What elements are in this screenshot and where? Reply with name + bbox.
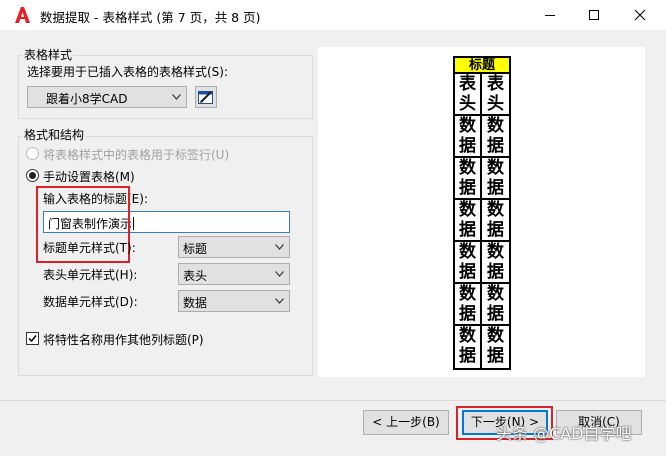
preview-data-row: 数据 数据 bbox=[455, 200, 509, 242]
preview-data-cell: 数据 bbox=[487, 284, 504, 324]
radio-use-style-label-row[interactable] bbox=[26, 147, 39, 160]
format-structure-legend: 格式和结构 bbox=[23, 126, 86, 143]
preview-data-row: 数据 数据 bbox=[455, 242, 509, 284]
text-caret bbox=[133, 217, 135, 230]
use-property-names-text: 将特性名称用作其他列标题(P) bbox=[43, 333, 204, 347]
preview-header-cell: 表头 bbox=[455, 74, 482, 114]
header-cell-style-label: 表头单元样式(H): bbox=[43, 268, 138, 282]
preview-data-cell: 数据 bbox=[487, 242, 504, 282]
data-cell-style-label: 数据单元样式(D): bbox=[43, 295, 138, 309]
preview-table: 标题 表头 表头 数据 数据 数据 数据 数据 数据 数据 数据 数据 数 据 … bbox=[453, 56, 511, 370]
manual-table-text: 手动设置表格(M) bbox=[43, 170, 135, 184]
preview-data-cell: 数据 bbox=[487, 158, 504, 198]
watermark: 头条 @CAD自学吧 bbox=[496, 424, 632, 443]
minimize-button[interactable] bbox=[527, 0, 573, 30]
preview-data-cell: 数据 bbox=[455, 242, 482, 282]
table-style-select[interactable]: 跟着小8学CAD bbox=[27, 86, 187, 108]
table-style-value: 跟着小8学CAD bbox=[46, 92, 128, 106]
data-cell-style-value: 数据 bbox=[183, 296, 208, 310]
preview-header-row: 表头 表头 bbox=[455, 74, 509, 116]
preview-data-row: 数据 数据 bbox=[455, 158, 509, 200]
title-cell-style-value: 标题 bbox=[183, 242, 208, 256]
window-title: 数据提取 - 表格样式 (第 7 页，共 8 页) bbox=[40, 10, 261, 25]
preview-data-cell: 数据 bbox=[487, 116, 504, 156]
chevron-down-icon bbox=[275, 298, 284, 304]
chevron-down-icon bbox=[275, 244, 284, 250]
preview-data-cell: 数据 bbox=[455, 200, 482, 240]
preview-data-cell: 数据 bbox=[487, 326, 504, 366]
autocad-logo-icon bbox=[15, 7, 30, 23]
table-preview: 标题 表头 表头 数据 数据 数据 数据 数据 数据 数据 数据 数据 数 据 … bbox=[318, 47, 645, 377]
title-cell-style-select[interactable]: 标题 bbox=[178, 236, 290, 258]
preview-data-cell: 数据 bbox=[455, 284, 482, 324]
chevron-down-icon bbox=[172, 94, 181, 100]
edit-table-style-icon bbox=[198, 91, 213, 104]
preview-data-cell: 数据 bbox=[455, 326, 482, 368]
data-cell-style-select[interactable]: 数据 bbox=[178, 290, 290, 312]
preview-header-cell: 表头 bbox=[487, 74, 504, 114]
checkmark-icon bbox=[28, 335, 37, 343]
preview-data-cell: 数据 bbox=[455, 116, 482, 156]
close-button[interactable] bbox=[617, 0, 663, 30]
radio-manual-table[interactable] bbox=[26, 169, 39, 182]
preview-title-row: 标题 bbox=[455, 58, 509, 74]
preview-data-cell: 数据 bbox=[487, 200, 504, 240]
maximize-icon bbox=[589, 10, 599, 20]
preview-data-cell: 数据 bbox=[455, 158, 482, 198]
table-style-legend: 表格样式 bbox=[23, 46, 74, 63]
title-cell-style-label: 标题单元样式(T): bbox=[43, 241, 136, 255]
preview-data-row: 数据 数据 bbox=[455, 116, 509, 158]
close-icon bbox=[634, 9, 646, 21]
back-button[interactable]: < 上一步(B) bbox=[363, 410, 449, 435]
minimize-icon bbox=[545, 15, 555, 16]
table-style-prompt: 选择要用于已插入表格的表格样式(S): bbox=[27, 65, 229, 79]
dialog-body: 表格样式 选择要用于已插入表格的表格样式(S): 跟着小8学CAD 格式和结构 … bbox=[0, 30, 666, 456]
preview-data-row: 数据 数据 bbox=[455, 284, 509, 326]
use-property-names-checkbox[interactable] bbox=[26, 332, 39, 345]
use-style-label-row-text: 将表格样式中的表格用于标签行(U) bbox=[43, 148, 230, 162]
window-titlebar: 数据提取 - 表格样式 (第 7 页，共 8 页) bbox=[0, 0, 666, 30]
header-cell-style-value: 表头 bbox=[183, 269, 208, 283]
chevron-down-icon bbox=[275, 271, 284, 277]
table-style-dialog-button[interactable] bbox=[195, 86, 217, 108]
footer-separator bbox=[0, 400, 666, 401]
maximize-button[interactable] bbox=[571, 0, 617, 30]
preview-data-row: 数据 数据 bbox=[455, 326, 509, 368]
header-cell-style-select[interactable]: 表头 bbox=[178, 263, 290, 285]
